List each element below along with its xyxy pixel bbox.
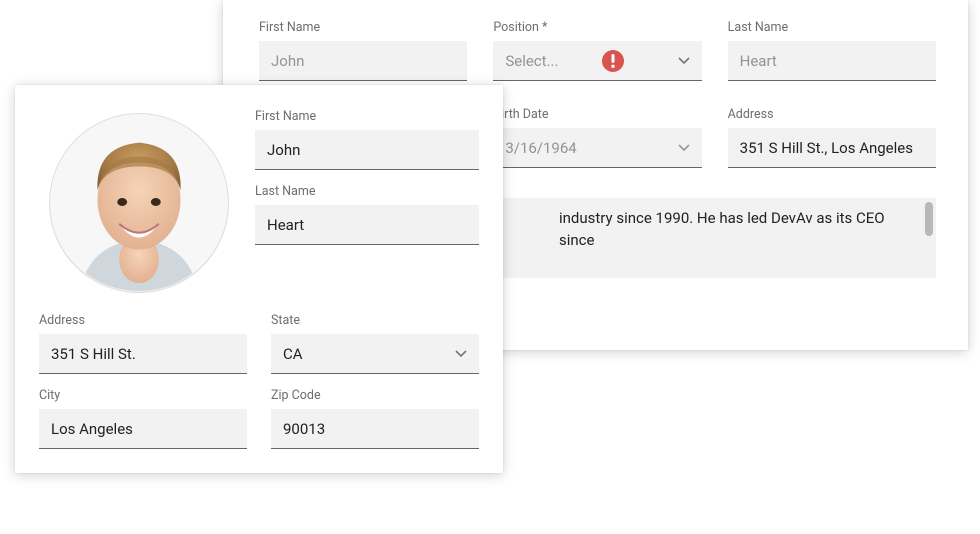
field-zip: Zip Code 90013 bbox=[271, 388, 479, 449]
field-first-name-front: First Name John bbox=[255, 109, 479, 170]
input-address-front[interactable]: 351 S Hill St. bbox=[39, 334, 247, 374]
scrollbar-thumb[interactable] bbox=[925, 202, 933, 236]
select-birth-date[interactable]: 3/16/1964 bbox=[493, 128, 701, 168]
label-first-name: First Name bbox=[259, 20, 467, 35]
input-city[interactable]: Los Angeles bbox=[39, 409, 247, 449]
input-last-name-front[interactable]: Heart bbox=[255, 205, 479, 245]
label-city: City bbox=[39, 388, 247, 403]
label-last-name-front: Last Name bbox=[255, 184, 479, 199]
label-zip: Zip Code bbox=[271, 388, 479, 403]
field-position: Position * Select... bbox=[493, 20, 701, 81]
field-first-name: First Name John bbox=[259, 20, 467, 81]
label-birth-date: Birth Date bbox=[493, 107, 701, 122]
label-position: Position * bbox=[493, 20, 701, 35]
input-last-name[interactable]: Heart bbox=[728, 41, 936, 81]
chevron-down-icon bbox=[455, 350, 467, 358]
field-last-name: Last Name Heart bbox=[728, 20, 936, 81]
scrollbar[interactable] bbox=[925, 202, 933, 274]
select-position[interactable]: Select... bbox=[493, 41, 701, 81]
chevron-down-icon bbox=[678, 144, 690, 152]
avatar bbox=[49, 113, 229, 293]
field-address-back: Address 351 S Hill St., Los Angeles bbox=[728, 107, 936, 168]
label-address-front: Address bbox=[39, 313, 247, 328]
notes-text: industry since 1990. He has led DevAv as… bbox=[559, 209, 885, 249]
label-address-back: Address bbox=[728, 107, 936, 122]
label-state: State bbox=[271, 313, 479, 328]
form-panel-front: First Name John Last Name Heart Address … bbox=[15, 85, 503, 473]
input-first-name[interactable]: John bbox=[259, 41, 467, 81]
field-address-front: Address 351 S Hill St. bbox=[39, 313, 247, 374]
avatar-container bbox=[39, 103, 239, 303]
field-city: City Los Angeles bbox=[39, 388, 247, 449]
label-last-name: Last Name bbox=[728, 20, 936, 35]
input-first-name-front[interactable]: John bbox=[255, 130, 479, 170]
select-state[interactable]: CA bbox=[271, 334, 479, 374]
label-first-name-front: First Name bbox=[255, 109, 479, 124]
input-zip[interactable]: 90013 bbox=[271, 409, 479, 449]
field-birth-date: Birth Date 3/16/1964 bbox=[493, 107, 701, 168]
warning-icon bbox=[602, 50, 624, 72]
input-address-back[interactable]: 351 S Hill St., Los Angeles bbox=[728, 128, 936, 168]
field-last-name-front: Last Name Heart bbox=[255, 184, 479, 245]
chevron-down-icon bbox=[678, 57, 690, 65]
field-state: State CA bbox=[271, 313, 479, 374]
